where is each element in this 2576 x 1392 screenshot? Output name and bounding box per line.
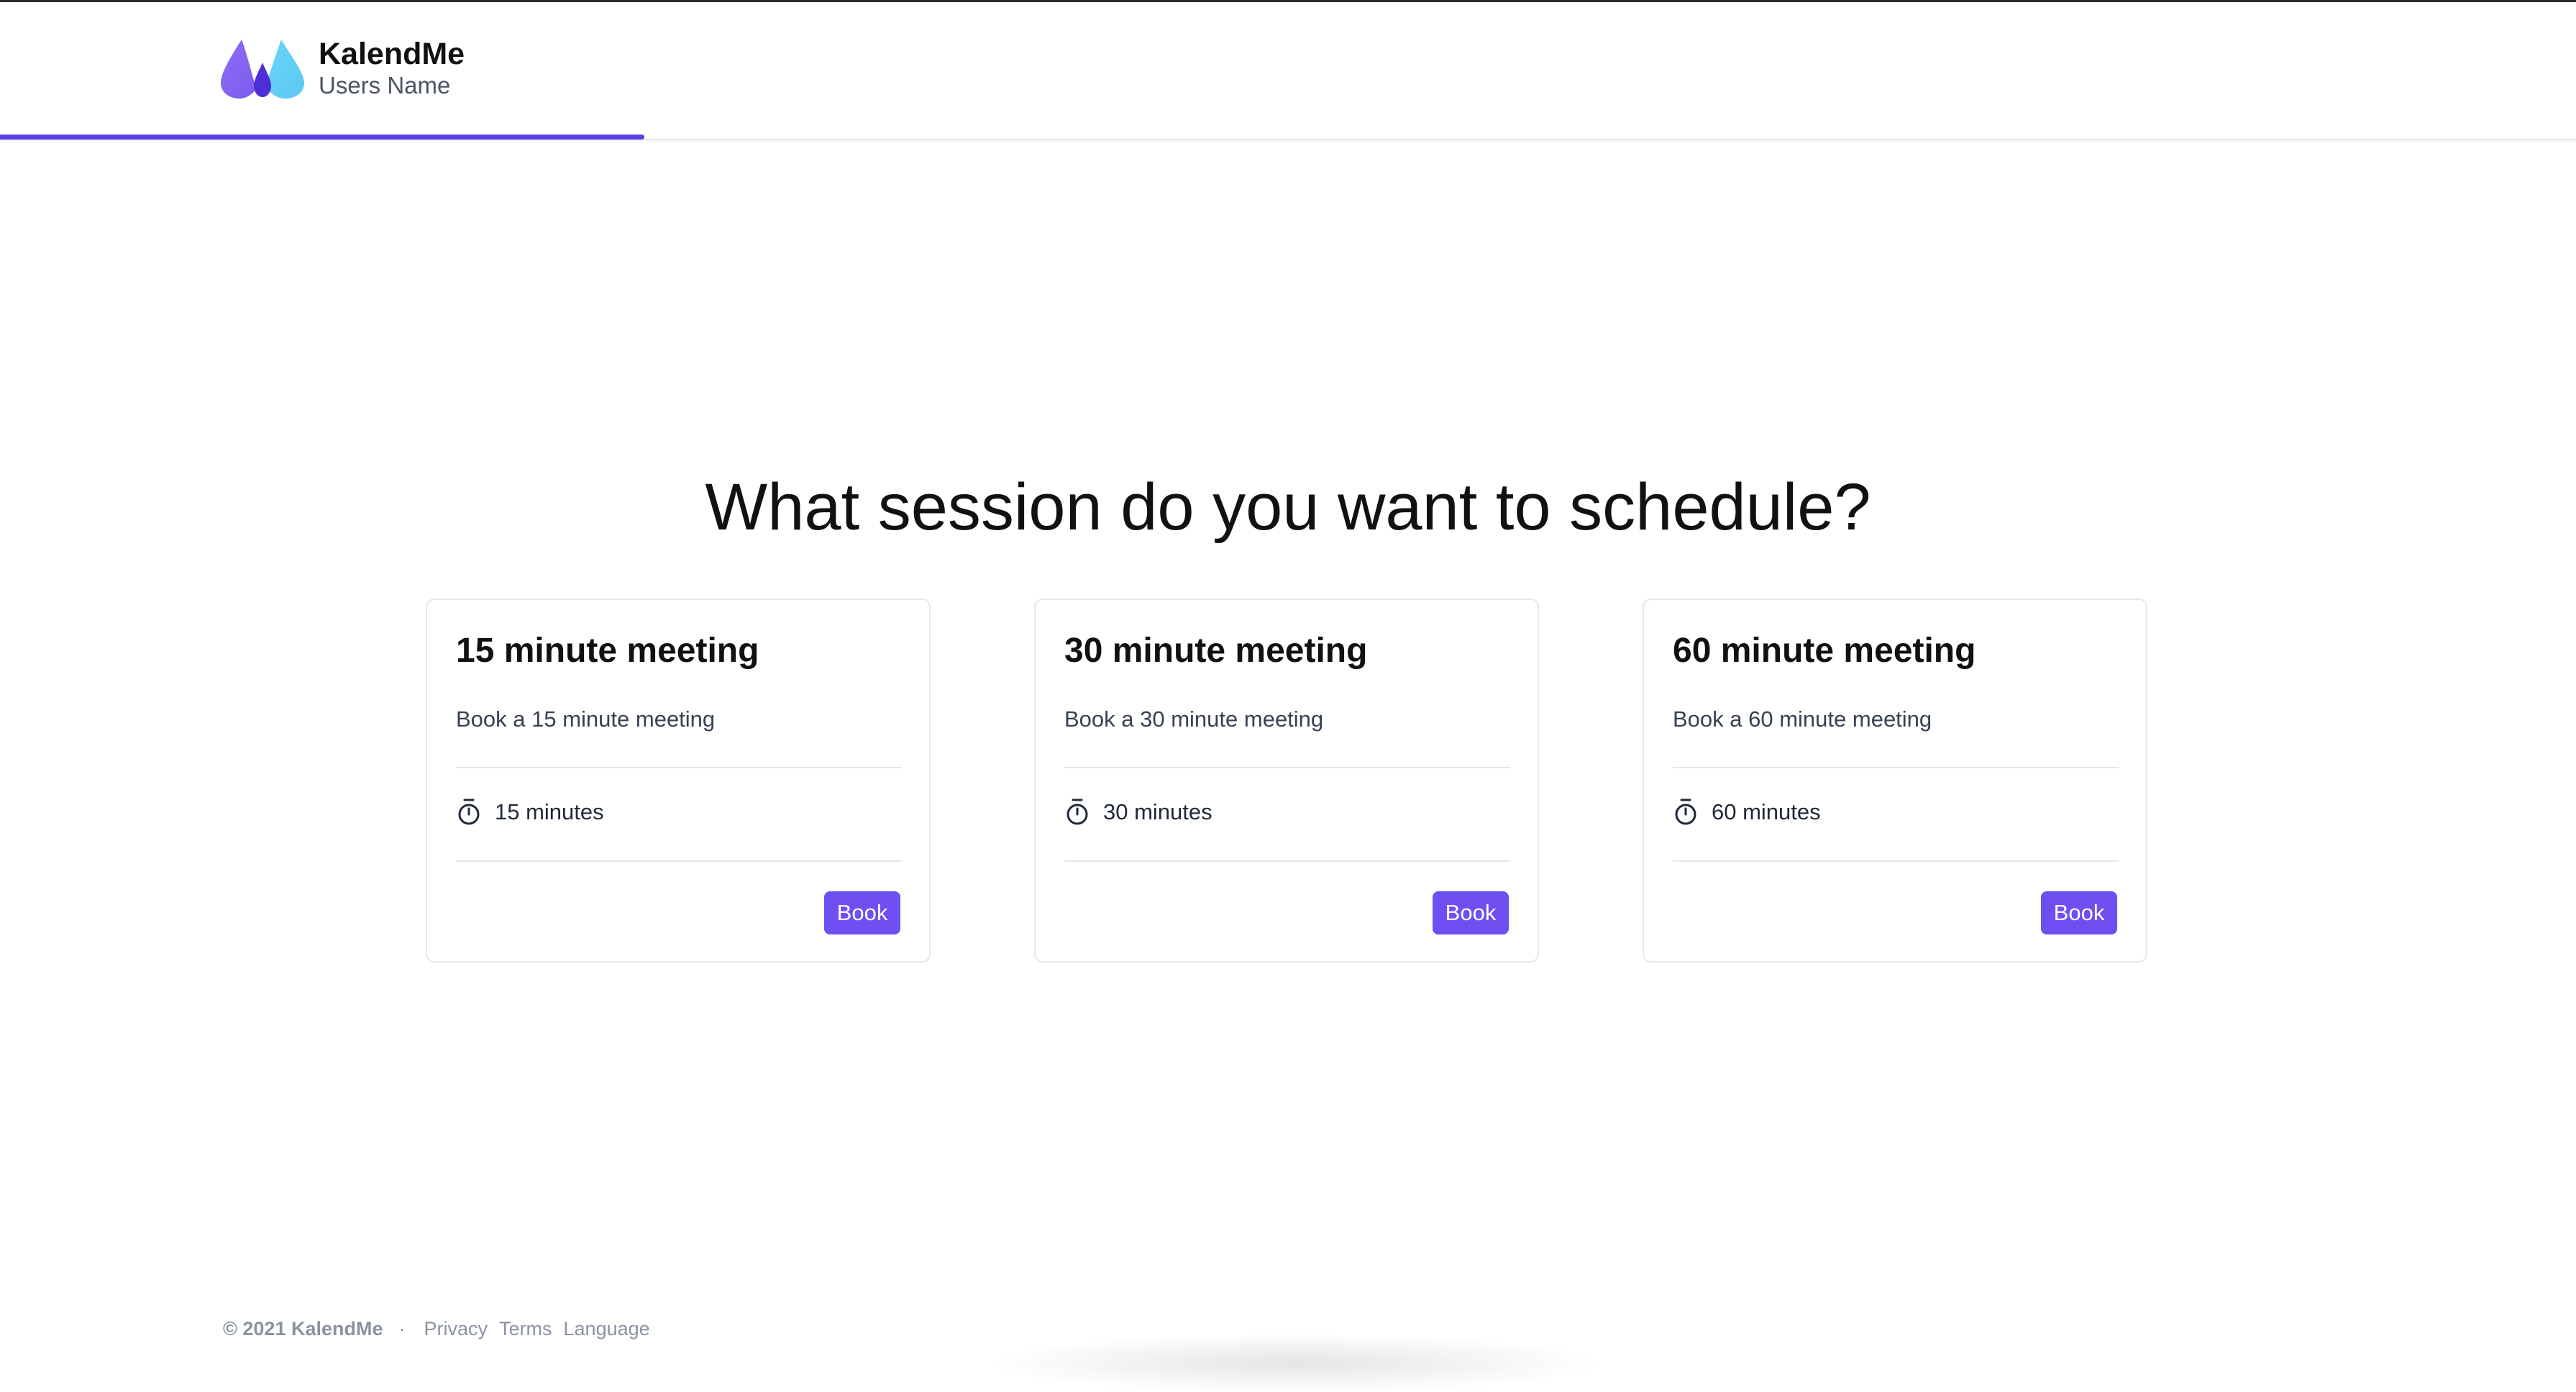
- duration-label: 30 minutes: [1103, 799, 1212, 824]
- card-divider: [1064, 860, 1510, 862]
- duration-label: 60 minutes: [1712, 799, 1821, 824]
- card-duration: 60 minutes: [1673, 798, 1821, 827]
- timer-icon: [1675, 799, 1696, 825]
- card-description: Book a 15 minute meeting: [456, 706, 716, 732]
- footer-link-privacy[interactable]: Privacy: [424, 1318, 488, 1340]
- kalendme-logo-icon: [221, 40, 304, 99]
- card-title: 30 minute meeting: [1064, 632, 1368, 670]
- card-title: 15 minute meeting: [456, 632, 759, 670]
- book-button-30[interactable]: Book: [1433, 891, 1509, 934]
- session-card-15: 15 minute meeting Book a 15 minute meeti…: [426, 599, 931, 963]
- card-divider: [456, 767, 902, 768]
- card-divider: [456, 860, 902, 862]
- footer-separator: ·: [398, 1318, 406, 1339]
- footer-link-terms[interactable]: Terms: [499, 1318, 552, 1340]
- session-card-60: 60 minute meeting Book a 60 minute meeti…: [1643, 599, 2147, 963]
- page-title: What session do you want to schedule?: [705, 470, 1871, 544]
- card-duration: 30 minutes: [1064, 798, 1212, 827]
- brand-name: KalendMe: [319, 37, 465, 71]
- book-button-15[interactable]: Book: [824, 891, 900, 934]
- user-name: Users Name: [319, 72, 451, 99]
- card-divider: [1673, 860, 2119, 862]
- page-progress-bar: [0, 135, 644, 140]
- bottom-shadow-decoration: [992, 1334, 1597, 1392]
- timer-icon: [458, 799, 480, 825]
- brand[interactable]: KalendMe Users Name: [218, 35, 465, 100]
- card-title: 60 minute meeting: [1673, 632, 1976, 670]
- session-cards: 15 minute meeting Book a 15 minute meeti…: [426, 599, 2147, 963]
- footer: © 2021 KalendMe · Privacy Terms Language: [223, 1318, 662, 1340]
- header: KalendMe Users Name: [0, 2, 2576, 140]
- card-divider: [1673, 767, 2119, 768]
- card-divider: [1064, 767, 1510, 768]
- card-description: Book a 30 minute meeting: [1064, 706, 1324, 732]
- card-description: Book a 60 minute meeting: [1673, 706, 1932, 732]
- book-button-60[interactable]: Book: [2041, 891, 2117, 934]
- duration-label: 15 minutes: [495, 799, 604, 824]
- footer-link-language[interactable]: Language: [564, 1318, 650, 1340]
- timer-icon: [1067, 799, 1088, 825]
- session-card-30: 30 minute meeting Book a 30 minute meeti…: [1034, 599, 1539, 963]
- card-duration: 15 minutes: [456, 798, 604, 827]
- footer-copyright: © 2021 KalendMe: [223, 1318, 383, 1339]
